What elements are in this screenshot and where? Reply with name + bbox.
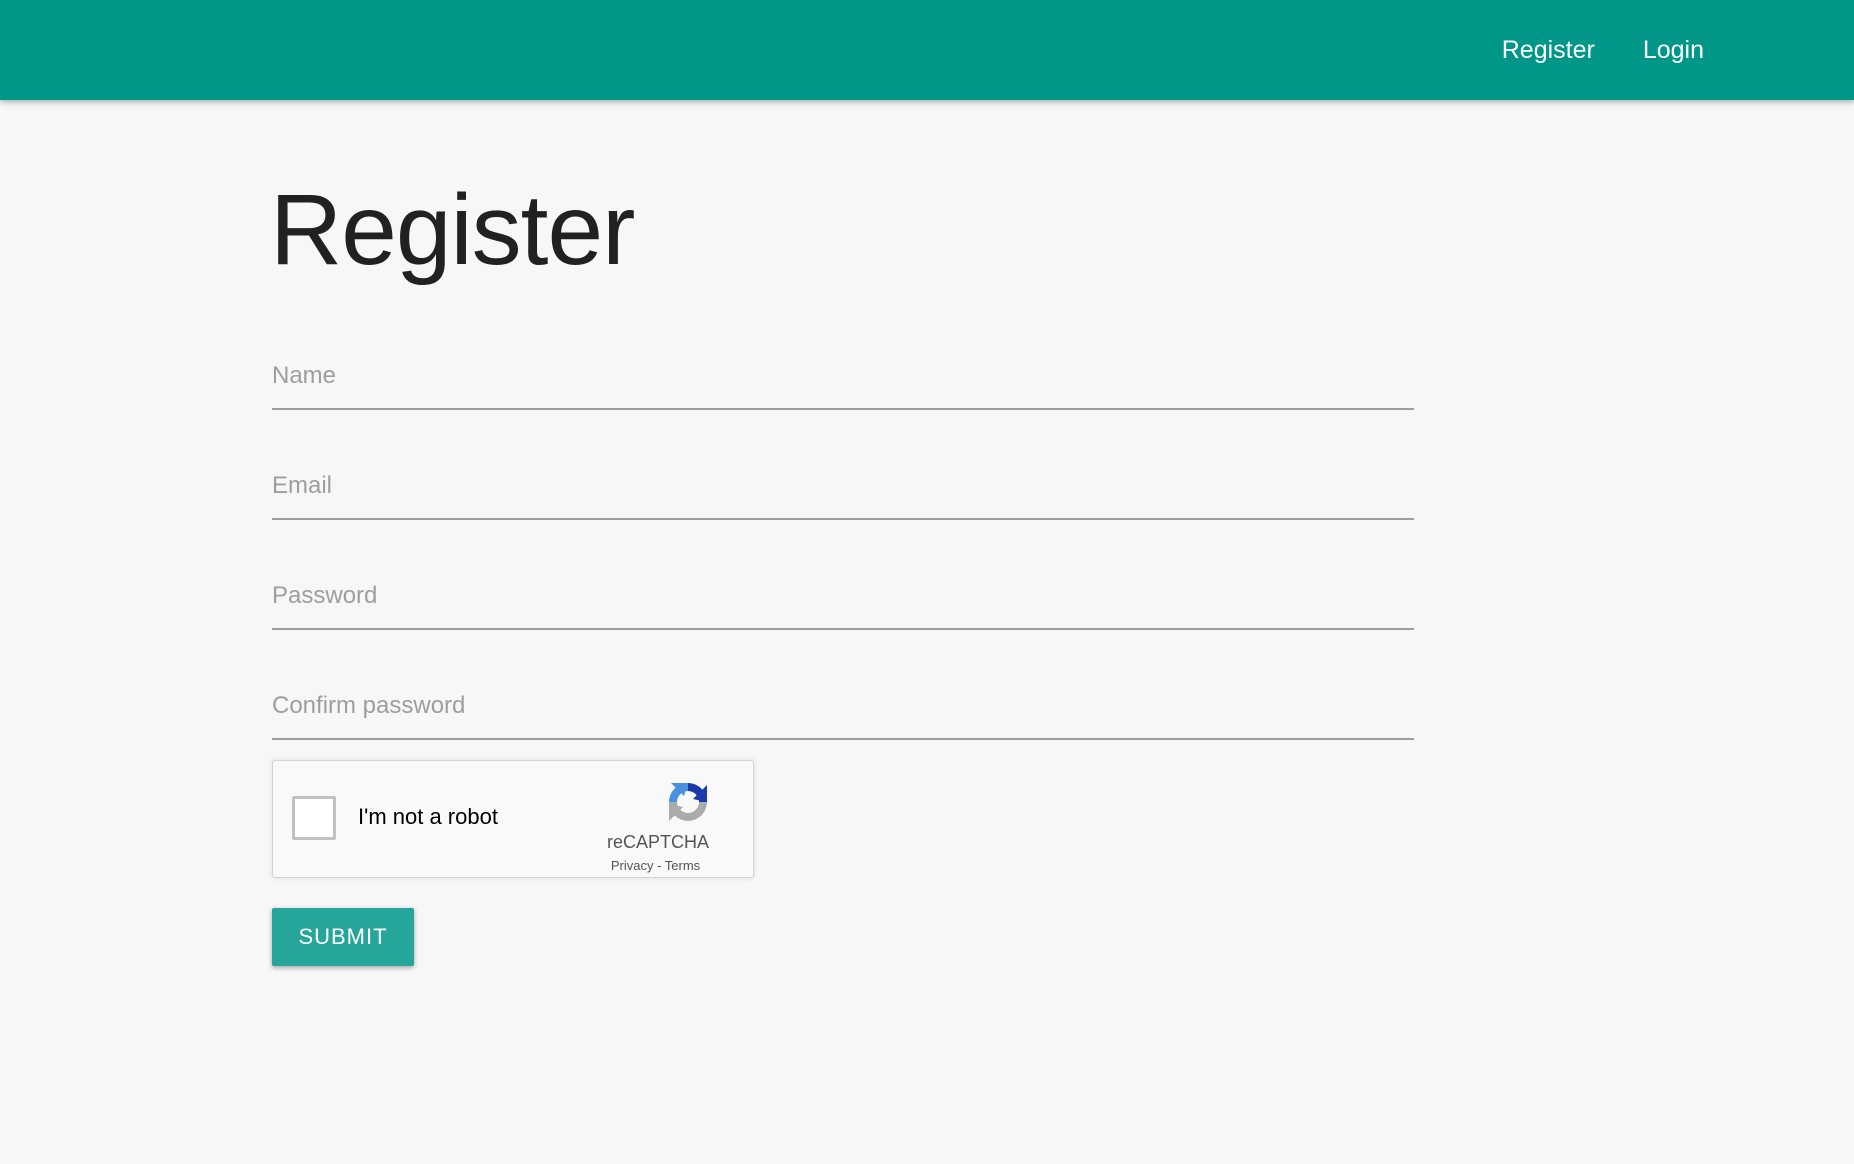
submit-button[interactable]: SUBMIT: [272, 908, 414, 966]
recaptcha-link-separator: -: [653, 858, 665, 873]
confirm-password-field-wrapper: [272, 680, 1414, 740]
email-field-wrapper: [272, 460, 1414, 520]
top-navbar: Register Login: [0, 0, 1854, 100]
password-field-wrapper: [272, 570, 1414, 630]
password-input[interactable]: [272, 570, 1414, 630]
page-title: Register: [270, 174, 635, 286]
recaptcha-privacy-link[interactable]: Privacy: [611, 858, 654, 873]
nav-link-register[interactable]: Register: [1502, 37, 1595, 63]
email-input[interactable]: [272, 460, 1414, 520]
nav-links: Register Login: [1454, 0, 1704, 100]
recaptcha-checkbox[interactable]: [292, 796, 336, 840]
recaptcha-brand: reCAPTCHA: [606, 832, 709, 852]
recaptcha-widget: I'm not a robot reCAPTCHA Privacy - Term…: [272, 760, 754, 878]
recaptcha-label: I'm not a robot: [358, 804, 498, 829]
name-field-wrapper: [272, 350, 1414, 410]
confirm-password-input[interactable]: [272, 680, 1414, 740]
recaptcha-terms-link[interactable]: Terms: [665, 858, 700, 873]
name-input[interactable]: [272, 350, 1414, 410]
recaptcha-links: Privacy - Terms: [573, 859, 738, 872]
nav-link-login[interactable]: Login: [1643, 37, 1704, 63]
recaptcha-logo-icon: [669, 783, 707, 821]
